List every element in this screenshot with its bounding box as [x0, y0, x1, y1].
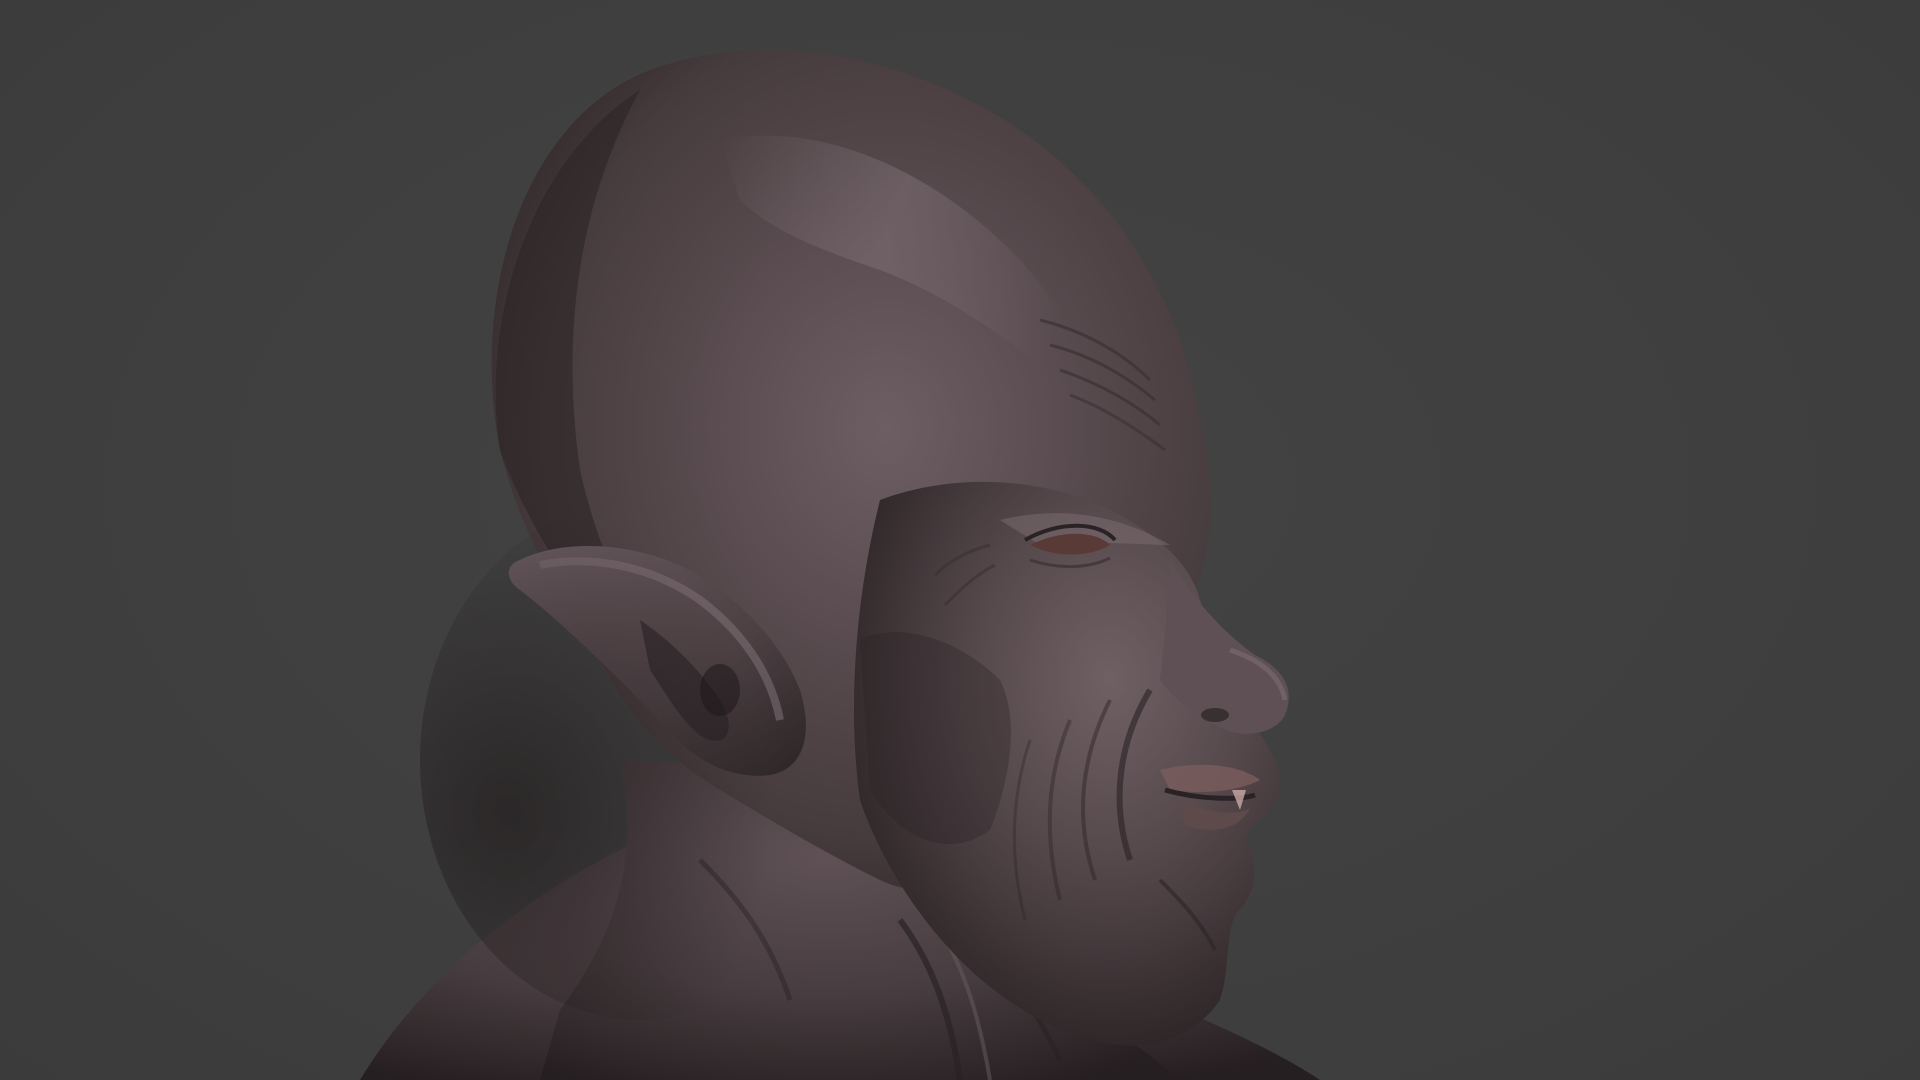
sculpt-render: [360, 50, 1320, 1080]
3d-viewport[interactable]: [0, 0, 1920, 1080]
